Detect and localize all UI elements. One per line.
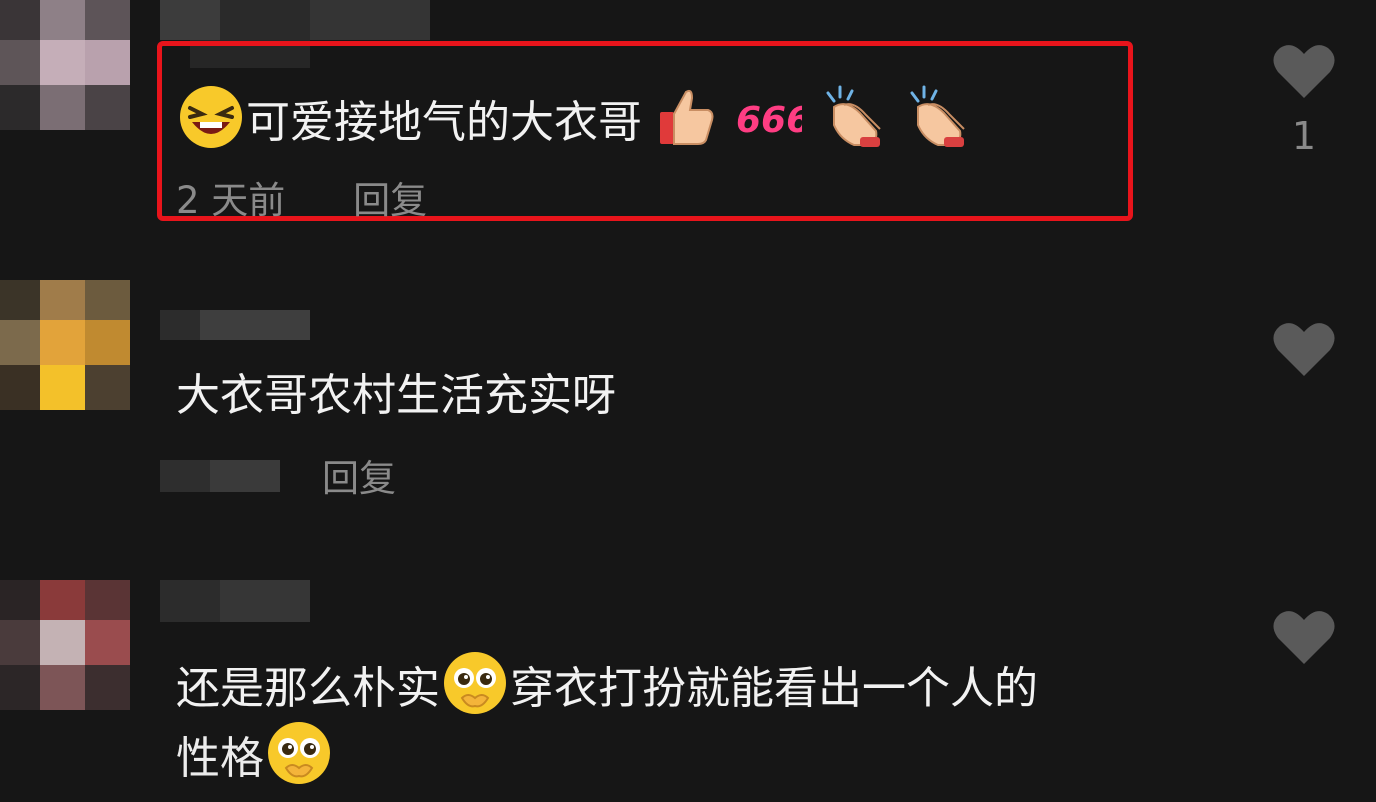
laughing-face-emoji — [178, 84, 244, 166]
time-blurred — [160, 460, 280, 492]
like-button[interactable]: 1 — [1272, 42, 1336, 158]
comment-meta: 2 天前 回复 — [176, 170, 483, 224]
heart-icon — [1273, 323, 1335, 376]
username-blurred[interactable] — [160, 310, 310, 340]
clapping-hands-emoji — [904, 85, 970, 165]
pleading-face-emoji — [266, 720, 332, 802]
666-emoji: 666 — [734, 92, 811, 158]
comment-text-line2: 性格 — [176, 720, 334, 802]
avatar-blurred[interactable] — [0, 280, 130, 410]
heart-icon — [1273, 45, 1335, 98]
comment-text: 大衣哥农村生活充实呀 — [176, 370, 616, 421]
like-count: 1 — [1291, 114, 1317, 158]
reply-button[interactable]: 回复 — [322, 457, 396, 500]
username-blurred[interactable] — [160, 580, 310, 622]
heart-icon — [1273, 611, 1335, 664]
reply-button[interactable]: 回复 — [353, 179, 427, 222]
comment-time: 2 天前 — [176, 179, 286, 222]
svg-text:666: 666 — [736, 100, 802, 141]
avatar-blurred[interactable] — [0, 580, 130, 710]
comment-item: 大衣哥农村生活充实呀 回复 — [0, 280, 1376, 540]
like-button[interactable] — [1272, 608, 1336, 666]
comment-item: 可爱接地气的大衣哥 666 — [0, 0, 1376, 240]
avatar-blurred[interactable] — [0, 0, 130, 130]
thumbs-up-emoji — [658, 86, 716, 164]
comment-text: 可爱接地气的大衣哥 666 — [176, 84, 972, 166]
comment-item: 还是那么朴实 穿衣打扮就能看出一个人的 性格 — [0, 580, 1376, 784]
pleading-face-emoji — [442, 650, 508, 732]
like-button[interactable] — [1272, 320, 1336, 378]
clapping-hands-emoji — [820, 85, 886, 165]
comment-meta: 回复 — [322, 448, 452, 502]
